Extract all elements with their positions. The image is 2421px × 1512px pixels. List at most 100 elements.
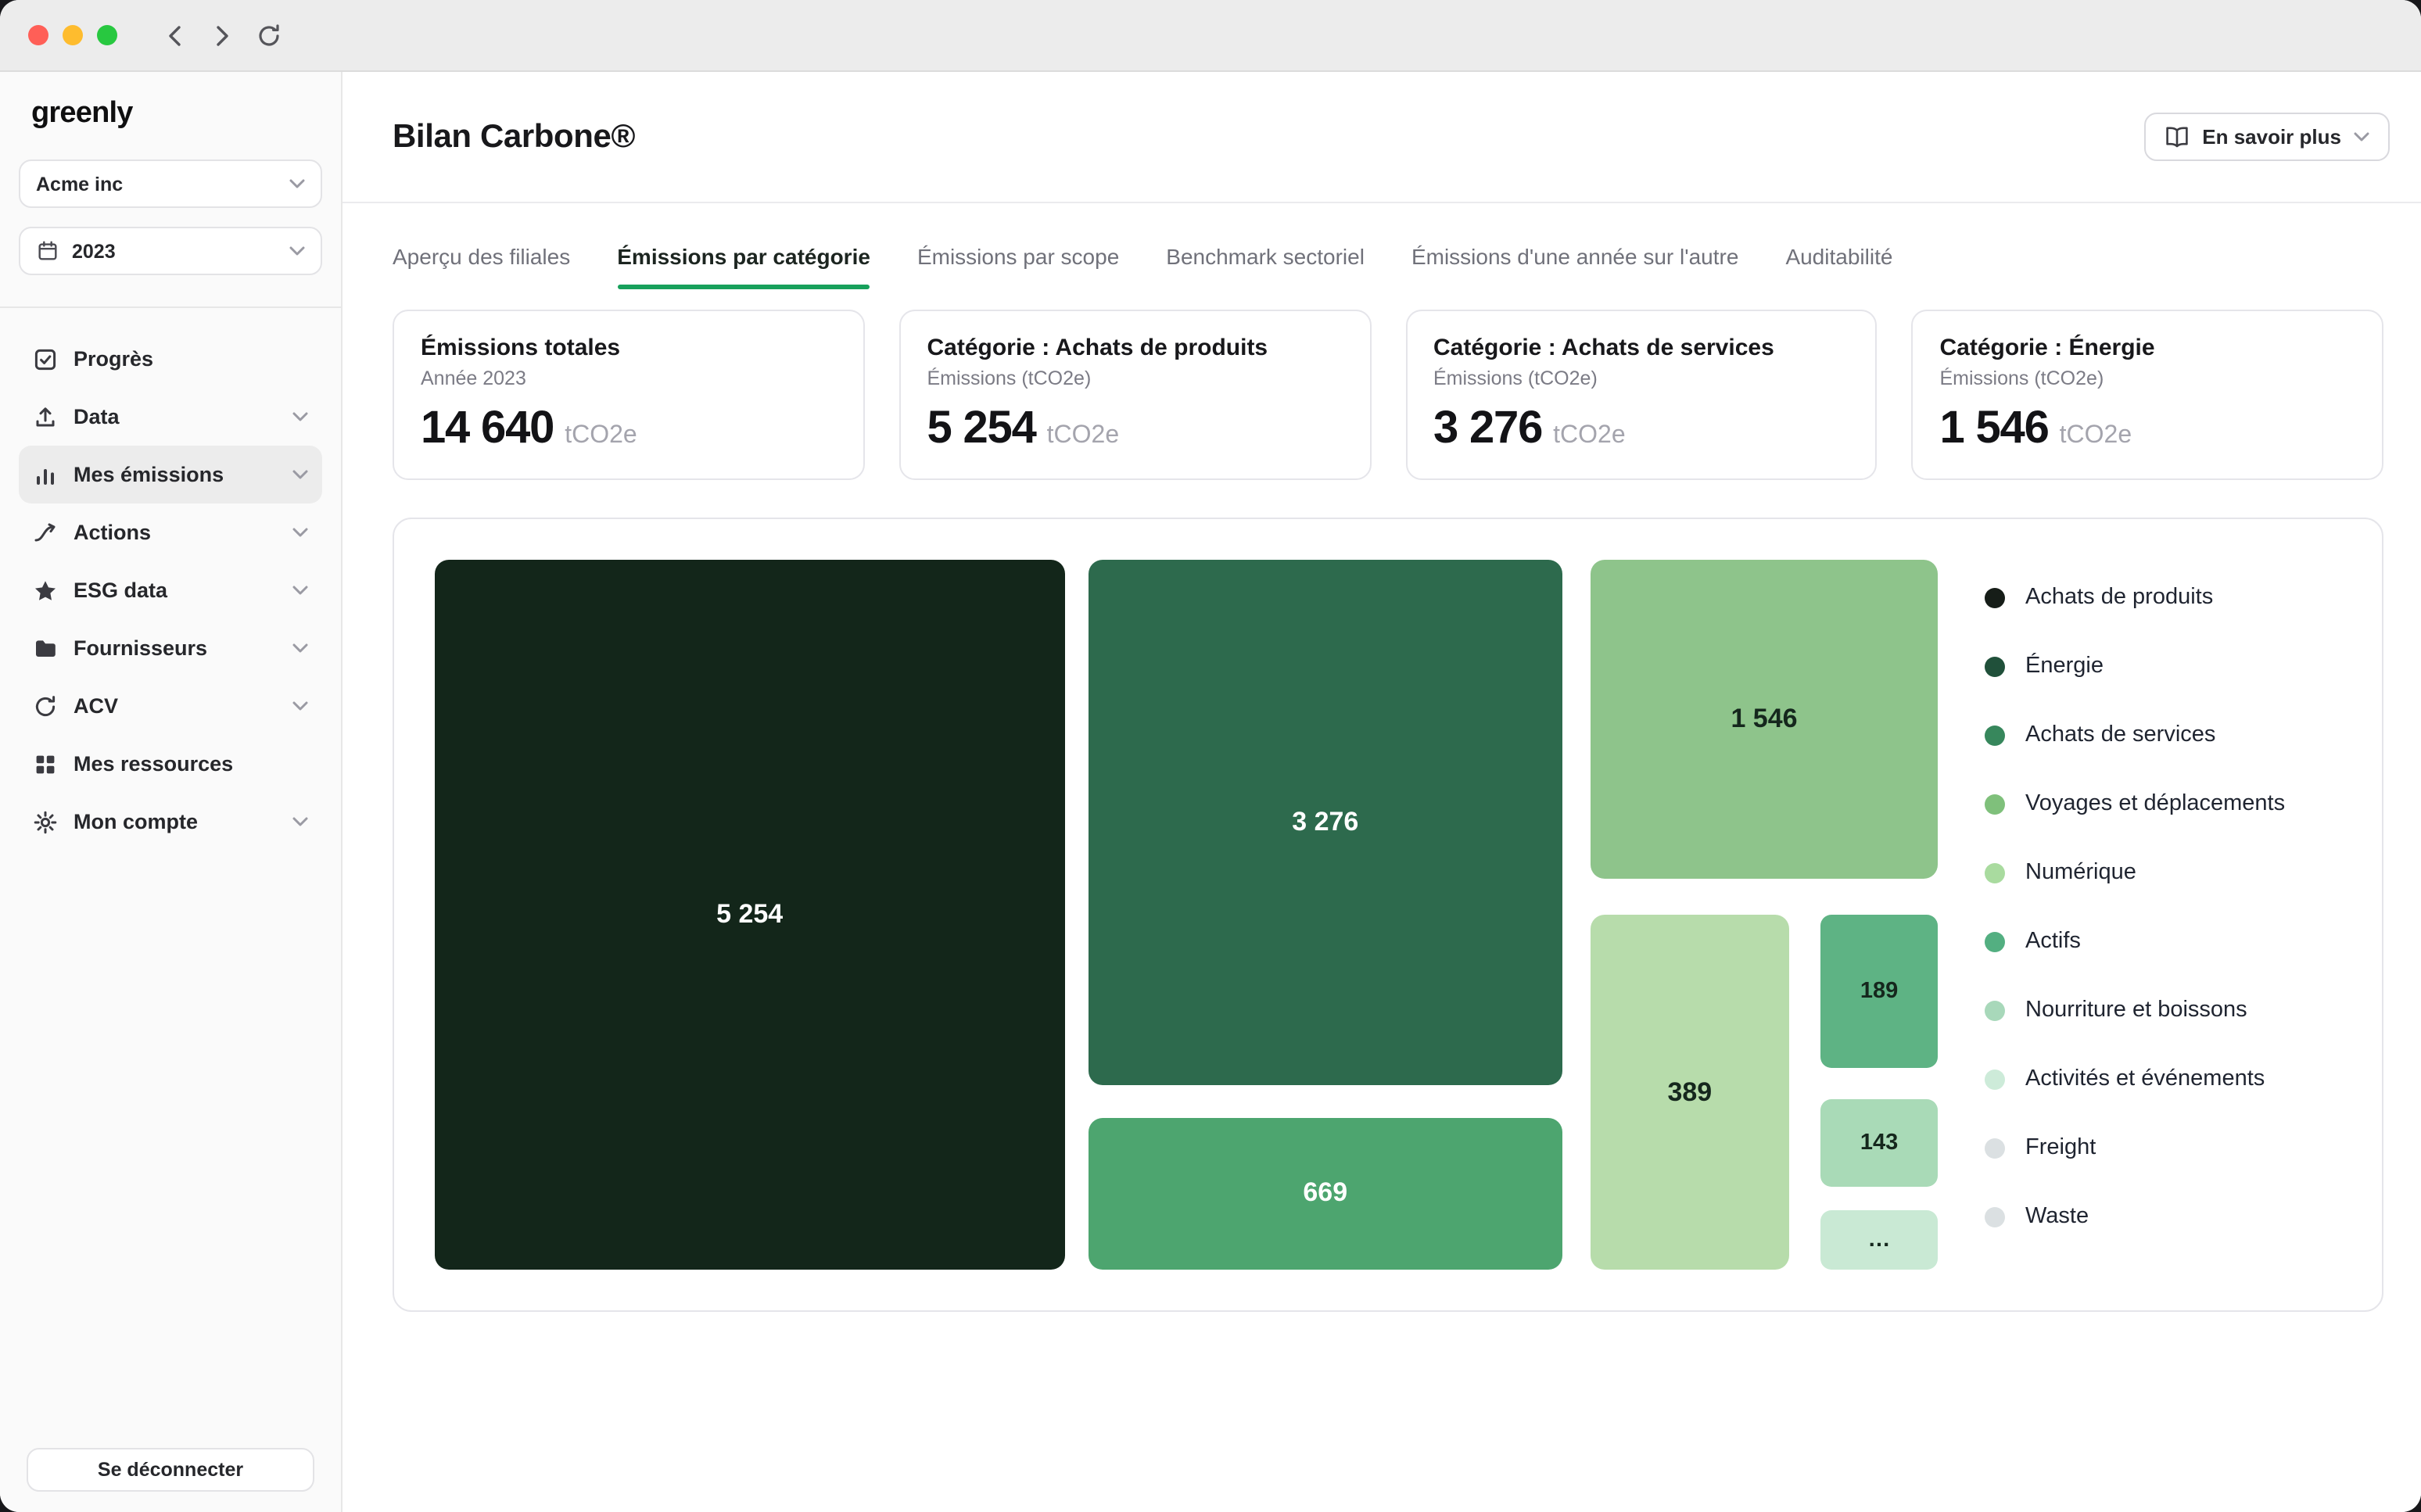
legend-dot xyxy=(1985,1000,2005,1020)
greenly-logo: greenly xyxy=(0,72,341,153)
treemap-block[interactable]: … xyxy=(1820,1211,1938,1270)
treemap-block[interactable]: 143 xyxy=(1820,1098,1938,1188)
lifecycle-icon xyxy=(33,693,58,718)
stat-card-unit: tCO2e xyxy=(565,422,637,450)
stat-card-subtitle: Émissions (tCO2e) xyxy=(1940,367,2356,389)
sidebar-item-label: ACV xyxy=(74,694,118,718)
tab-emissions-par-categorie[interactable]: Émissions par catégorie xyxy=(617,244,870,289)
treemap-block[interactable]: 1 546 xyxy=(1591,560,1938,880)
chevron-down-icon xyxy=(292,411,308,422)
stat-card-value: 5 254 xyxy=(927,403,1036,455)
legend-item: Achats de produits xyxy=(1985,563,2341,632)
browser-chrome xyxy=(0,0,2421,72)
tab-apercu-des-filiales[interactable]: Aperçu des filiales xyxy=(393,244,570,289)
stat-card-emissions-totales: Émissions totales Année 2023 14 640 tCO2… xyxy=(393,310,865,480)
sidebar-item-label: Fournisseurs xyxy=(74,636,207,660)
legend-label: Achats de services xyxy=(2025,722,2215,747)
tab-auditabilite[interactable]: Auditabilité xyxy=(1785,244,1892,289)
maximize-button[interactable] xyxy=(97,25,117,45)
chevron-down-icon xyxy=(292,643,308,654)
treemap-block[interactable]: 189 xyxy=(1820,915,1938,1067)
legend-dot xyxy=(1985,862,2005,883)
sidebar-divider xyxy=(0,306,341,308)
chevron-down-icon xyxy=(292,527,308,538)
sidebar-item-acv[interactable]: ACV xyxy=(19,677,322,735)
tab-emissions-par-scope[interactable]: Émissions par scope xyxy=(917,244,1119,289)
sidebar-item-esg-data[interactable]: ESG data xyxy=(19,561,322,619)
sidebar-item-mes-ressources[interactable]: Mes ressources xyxy=(19,735,322,793)
learn-more-button[interactable]: En savoir plus xyxy=(2144,113,2390,161)
treemap-block[interactable]: 5 254 xyxy=(435,560,1064,1270)
stat-card-subtitle: Émissions (tCO2e) xyxy=(1433,367,1849,389)
treemap-legend: Achats de produits Énergie Achats de ser… xyxy=(1938,560,2341,1270)
gear-icon xyxy=(33,809,58,834)
treemap-block[interactable]: 669 xyxy=(1089,1118,1562,1270)
legend-item: Nourriture et boissons xyxy=(1985,976,2341,1044)
close-button[interactable] xyxy=(28,25,48,45)
stat-card-unit: tCO2e xyxy=(1553,422,1626,450)
year-selector-value: 2023 xyxy=(72,240,277,262)
sidebar-item-progres[interactable]: Progrès xyxy=(19,330,322,388)
sidebar-item-label: Actions xyxy=(74,521,151,544)
stat-card-unit: tCO2e xyxy=(1047,422,1120,450)
folder-icon xyxy=(33,636,58,661)
stat-card-energie: Catégorie : Énergie Émissions (tCO2e) 1 … xyxy=(1912,310,2384,480)
sidebar-item-label: Progrès xyxy=(74,347,153,371)
bar-chart-icon xyxy=(33,462,58,487)
sidebar-item-mes-emissions[interactable]: Mes émissions xyxy=(19,446,322,503)
stat-card-title: Émissions totales xyxy=(421,335,837,361)
legend-dot xyxy=(1985,1206,2005,1227)
legend-label: Achats de produits xyxy=(2025,585,2213,610)
stat-card-subtitle: Émissions (tCO2e) xyxy=(927,367,1343,389)
legend-item: Numérique xyxy=(1985,838,2341,907)
tab-benchmark-sectoriel[interactable]: Benchmark sectoriel xyxy=(1166,244,1365,289)
sidebar-item-fournisseurs[interactable]: Fournisseurs xyxy=(19,619,322,677)
sidebar-item-data[interactable]: Data xyxy=(19,388,322,446)
year-selector[interactable]: 2023 xyxy=(19,227,322,275)
legend-item: Énergie xyxy=(1985,632,2341,700)
star-icon xyxy=(33,578,58,603)
legend-label: Actifs xyxy=(2025,929,2081,954)
treemap-chart: 5 254 3 276 669 1 546 389 189 143 … xyxy=(435,560,1938,1270)
stat-card-value: 14 640 xyxy=(421,403,554,455)
back-icon[interactable] xyxy=(161,21,189,49)
main-content: Bilan Carbone® En savoir plus Aperçu des… xyxy=(343,72,2421,1512)
company-selector-value: Acme inc xyxy=(36,173,277,195)
sidebar-item-label: Mon compte xyxy=(74,810,198,833)
legend-dot xyxy=(1985,1138,2005,1158)
minimize-button[interactable] xyxy=(63,25,83,45)
treemap-card: 5 254 3 276 669 1 546 389 189 143 … Acha… xyxy=(393,518,2383,1312)
reload-icon[interactable] xyxy=(255,21,283,49)
sidebar-item-label: Mes émissions xyxy=(74,463,224,486)
treemap-block[interactable]: 389 xyxy=(1591,915,1789,1270)
legend-label: Activités et événements xyxy=(2025,1066,2265,1091)
stat-card-title: Catégorie : Achats de produits xyxy=(927,335,1343,361)
legend-label: Énergie xyxy=(2025,654,2104,679)
logout-button[interactable]: Se déconnecter xyxy=(27,1448,314,1492)
stat-card-subtitle: Année 2023 xyxy=(421,367,837,389)
legend-dot xyxy=(1985,656,2005,676)
grid-icon xyxy=(33,751,58,776)
sidebar-item-mon-compte[interactable]: Mon compte xyxy=(19,793,322,851)
tab-emissions-annee-sur-annee[interactable]: Émissions d'une année sur l'autre xyxy=(1411,244,1739,289)
sidebar-item-actions[interactable]: Actions xyxy=(19,503,322,561)
legend-label: Voyages et déplacements xyxy=(2025,791,2285,816)
chevron-down-icon xyxy=(2354,131,2369,142)
treemap-block[interactable]: 3 276 xyxy=(1089,560,1562,1084)
page-title: Bilan Carbone® xyxy=(393,118,635,156)
chevron-down-icon xyxy=(289,245,305,256)
legend-item: Activités et événements xyxy=(1985,1044,2341,1113)
chevron-down-icon xyxy=(292,469,308,480)
legend-dot xyxy=(1985,725,2005,745)
stat-card-title: Catégorie : Énergie xyxy=(1940,335,2356,361)
legend-label: Freight xyxy=(2025,1135,2096,1160)
legend-dot xyxy=(1985,587,2005,607)
window-controls xyxy=(28,25,117,45)
forward-icon[interactable] xyxy=(208,21,236,49)
company-selector[interactable]: Acme inc xyxy=(19,159,322,208)
legend-label: Nourriture et boissons xyxy=(2025,998,2247,1023)
sidebar-item-label: Mes ressources xyxy=(74,752,233,776)
stat-cards-row: Émissions totales Année 2023 14 640 tCO2… xyxy=(343,289,2421,480)
book-icon xyxy=(2165,125,2190,149)
learn-more-label: En savoir plus xyxy=(2202,125,2341,149)
